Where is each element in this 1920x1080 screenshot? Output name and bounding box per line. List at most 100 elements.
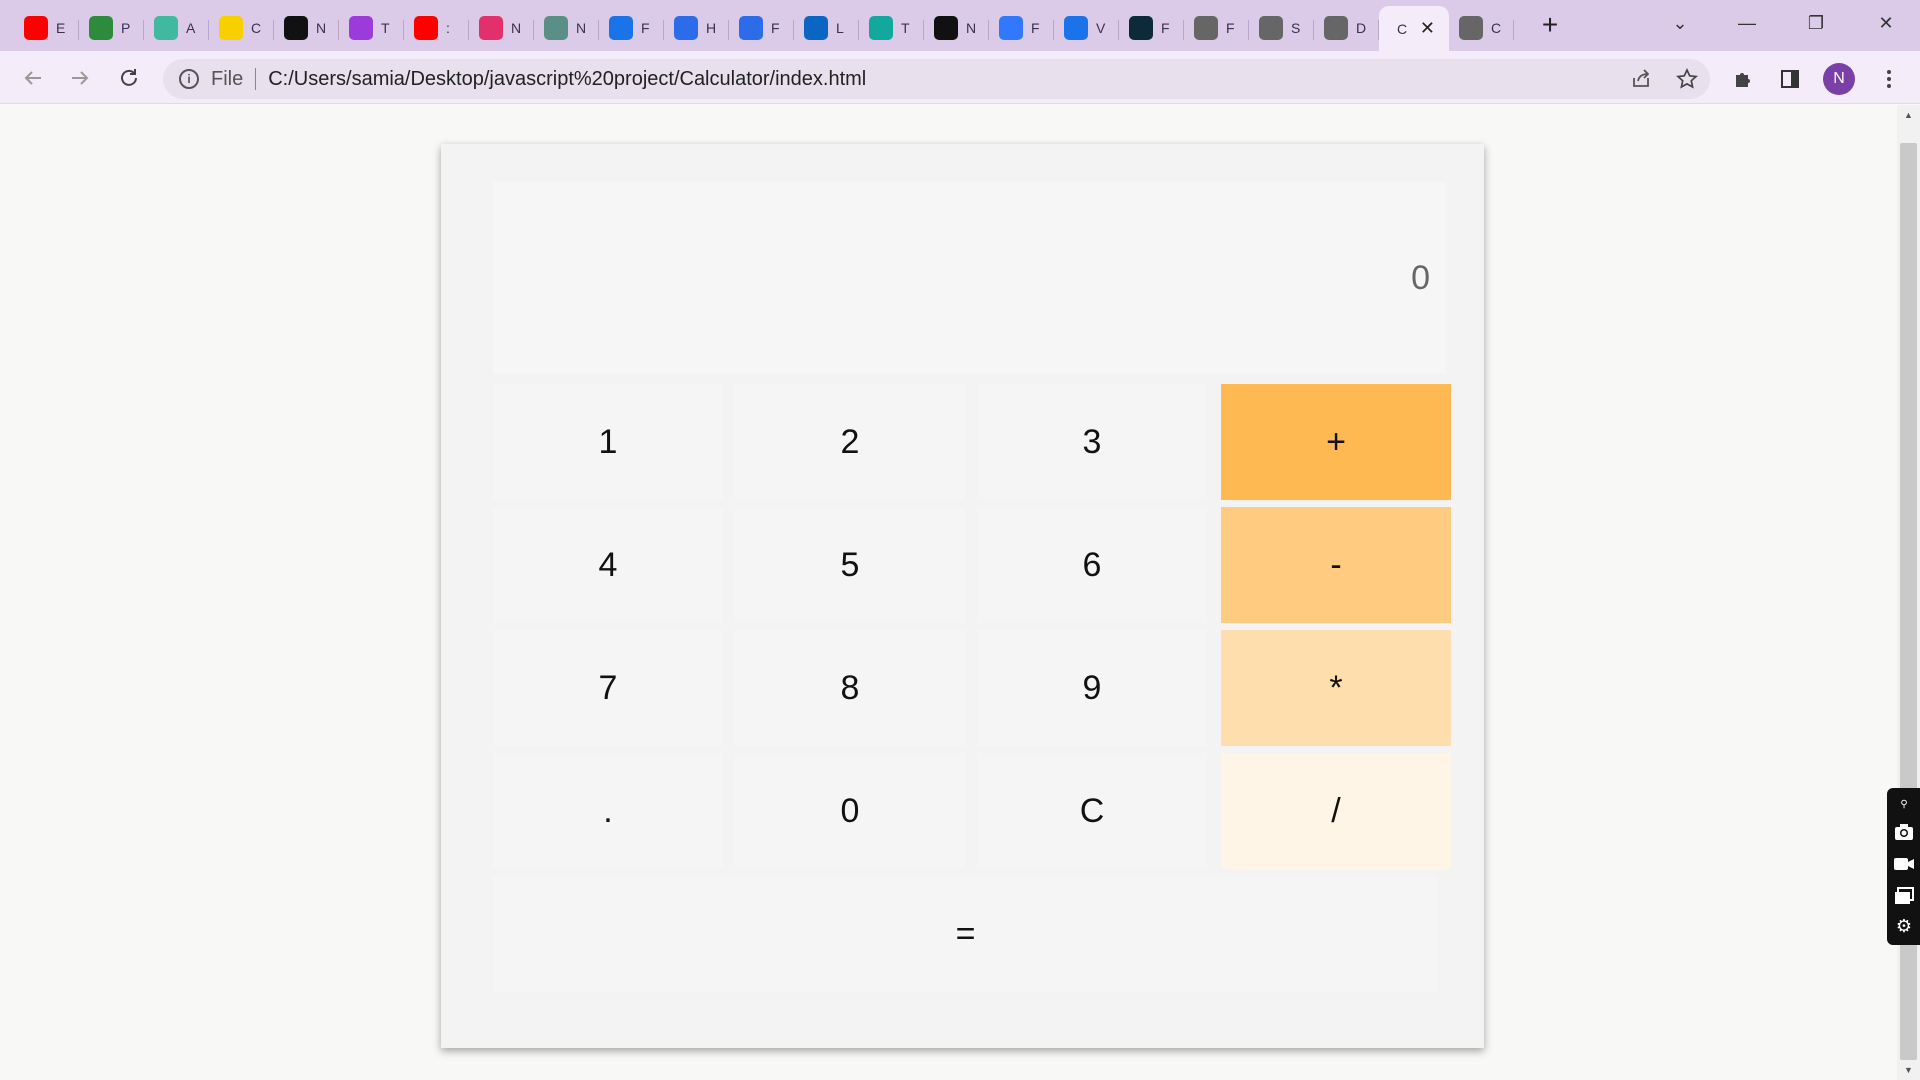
browser-tab[interactable]: F <box>1184 8 1249 48</box>
globe-icon <box>1324 16 1348 40</box>
reload-button[interactable] <box>112 61 146 95</box>
key-1-button[interactable]: 2 <box>735 384 965 500</box>
equals-button[interactable]: = <box>493 876 1438 992</box>
tab-title: F <box>1226 20 1235 36</box>
arrow-left-icon <box>24 71 41 85</box>
browser-tab[interactable]: H <box>664 8 729 48</box>
globe-icon <box>1194 16 1218 40</box>
github-icon <box>934 16 958 40</box>
omnibox-divider <box>255 68 257 90</box>
browser-tab[interactable]: C <box>1449 8 1514 48</box>
tab-title: C <box>251 20 261 36</box>
key-9-button[interactable]: 8 <box>735 630 965 746</box>
video-camera-icon[interactable] <box>1892 852 1916 876</box>
puzzle-icon <box>1736 73 1750 87</box>
page-content: 0 = 1 2 3 +4 5 6-7 8 9 *. 0 C / <box>0 105 1897 1080</box>
browser-tab[interactable]: A <box>144 8 209 48</box>
key-8-button[interactable]: 7 <box>493 630 723 746</box>
scheme-label: File <box>211 67 244 90</box>
minimize-button[interactable]: — <box>1727 8 1767 38</box>
react-icon <box>1129 16 1153 40</box>
gear-icon[interactable]: ⚙ <box>1892 914 1916 938</box>
key-15-button[interactable]: / <box>1221 753 1451 869</box>
tab-title: T <box>901 20 910 36</box>
key-6-button[interactable]: 6 <box>977 507 1207 623</box>
close-tab-icon[interactable]: ✕ <box>1420 18 1435 39</box>
camera-icon[interactable] <box>1892 820 1916 844</box>
instagram-icon <box>479 16 503 40</box>
side-panel-button[interactable] <box>1774 63 1806 95</box>
url-text[interactable]: C:/Users/samia/Desktop/javascript%20proj… <box>268 68 866 91</box>
info-icon[interactable]: i <box>179 69 199 89</box>
key-12-button[interactable]: . <box>493 753 723 869</box>
browser-tab[interactable]: C <box>209 8 274 48</box>
tab-title: A <box>186 20 196 36</box>
extensions-button[interactable] <box>1727 63 1759 95</box>
tab-title: F <box>1031 20 1040 36</box>
kebab-menu-icon <box>1887 70 1891 88</box>
openai-icon <box>544 16 568 40</box>
browser-tab[interactable]: P <box>79 8 144 48</box>
key-2-button[interactable]: 3 <box>977 384 1207 500</box>
bookmark-button[interactable] <box>1670 59 1704 99</box>
browser-tab[interactable]: : <box>404 8 469 48</box>
tab-active[interactable]: C ✕ <box>1379 6 1449 51</box>
tab-title: N <box>966 20 976 36</box>
link-icon[interactable]: ⚲ <box>1892 792 1916 816</box>
diamond-icon <box>869 16 893 40</box>
tab-title: T <box>381 20 390 36</box>
share-button[interactable] <box>1624 59 1658 99</box>
address-bar[interactable]: i File C:/Users/samia/Desktop/javascript… <box>163 59 1710 99</box>
restore-button[interactable]: ❐ <box>1796 8 1836 38</box>
m-icon <box>284 16 308 40</box>
back-button[interactable] <box>16 61 50 95</box>
browser-tab[interactable]: F <box>1119 8 1184 48</box>
reload-icon <box>121 69 137 86</box>
browser-tab[interactable]: N <box>469 8 534 48</box>
flipkart-icon <box>219 16 243 40</box>
key-0-button[interactable]: 1 <box>493 384 723 500</box>
m2-icon <box>999 16 1023 40</box>
key-11-button[interactable]: * <box>1221 630 1451 746</box>
gallery-icon[interactable] <box>1892 884 1916 908</box>
key-5-button[interactable]: 5 <box>735 507 965 623</box>
browser-tab[interactable]: N <box>274 8 339 48</box>
browser-tab[interactable]: S <box>1249 8 1314 48</box>
n-icon <box>609 16 633 40</box>
key-3-button[interactable]: + <box>1221 384 1451 500</box>
key-10-button[interactable]: 9 <box>977 630 1207 746</box>
browser-tab[interactable]: E <box>14 8 79 48</box>
browser-tab[interactable]: T <box>339 8 404 48</box>
forward-button[interactable] <box>63 61 97 95</box>
browser-tab[interactable]: D <box>1314 8 1379 48</box>
key-7-button[interactable]: - <box>1221 507 1451 623</box>
tab-title: N <box>576 20 586 36</box>
key-4-button[interactable]: 4 <box>493 507 723 623</box>
browser-tab[interactable]: N <box>534 8 599 48</box>
browser-tab[interactable]: F <box>729 8 794 48</box>
close-window-button[interactable]: ✕ <box>1866 8 1906 38</box>
star-icon <box>1676 68 1698 89</box>
browser-tab[interactable]: L <box>794 8 859 48</box>
menu-button[interactable] <box>1873 63 1905 95</box>
scroll-up-arrow-icon[interactable]: ▲ <box>1897 107 1920 123</box>
ist-icon <box>1064 16 1088 40</box>
tab-title: C <box>1397 20 1407 37</box>
scroll-down-arrow-icon[interactable]: ▼ <box>1897 1062 1920 1078</box>
d-icon <box>154 16 178 40</box>
browser-tab[interactable]: T <box>859 8 924 48</box>
c-icon <box>739 16 763 40</box>
tab-title: S <box>1291 20 1301 36</box>
key-14-button[interactable]: C <box>977 753 1207 869</box>
tab-search-button[interactable]: ⌄ <box>1660 8 1700 38</box>
browser-tab[interactable]: F <box>989 8 1054 48</box>
browser-tab[interactable]: V <box>1054 8 1119 48</box>
tab-title: V <box>1096 20 1106 36</box>
new-tab-button[interactable]: + <box>1533 8 1567 42</box>
tab-list: E P A C N T: N N F H F L T N F V F F S D C ✕ C <box>14 6 1514 51</box>
key-13-button[interactable]: 0 <box>735 753 965 869</box>
u-icon <box>349 16 373 40</box>
browser-tab[interactable]: N <box>924 8 989 48</box>
profile-avatar[interactable]: N <box>1823 63 1855 95</box>
browser-tab[interactable]: F <box>599 8 664 48</box>
